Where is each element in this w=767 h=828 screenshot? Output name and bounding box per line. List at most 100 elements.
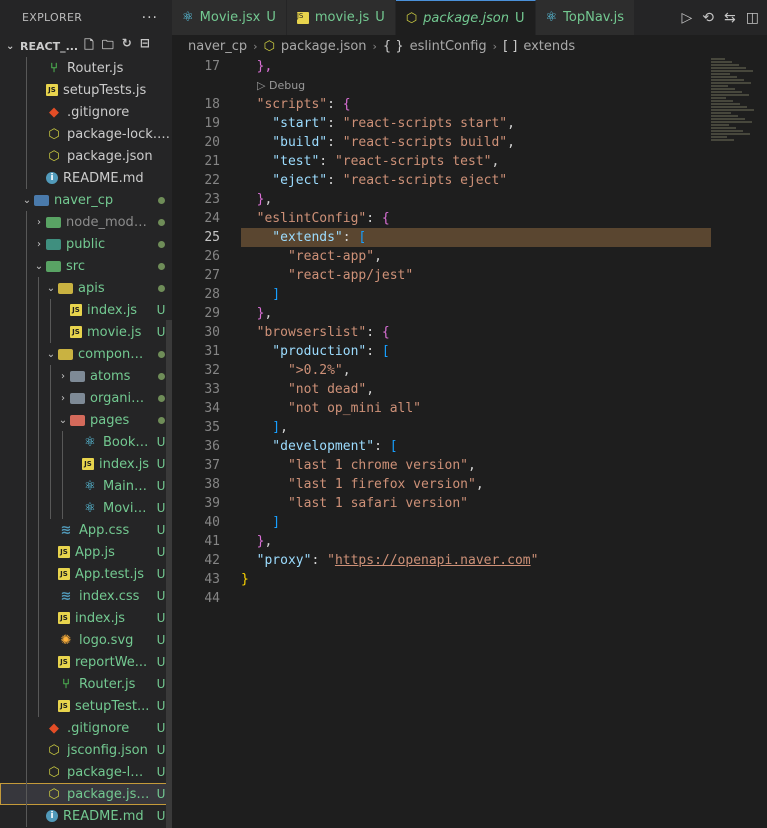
code-line[interactable]: "proxy": "https://openapi.naver.com" [241,551,711,570]
code-line[interactable]: "start": "react-scripts start", [241,114,711,133]
tree-item[interactable]: ⚛Movie.j...U [0,497,172,519]
code-token: "eject" [241,173,328,188]
code-line[interactable]: ], [241,418,711,437]
tree-item[interactable]: › organis... [0,387,172,409]
tree-item[interactable]: ⬡ package.json [0,145,172,167]
tree-item[interactable]: ⬡ package.json U [0,783,172,805]
js-icon: JS [58,612,70,624]
tree-item[interactable]: ≋ index.css U [0,585,172,607]
new-folder-icon[interactable]: 🗀 [102,36,114,57]
run-icon[interactable]: ▷ [682,10,693,26]
breadcrumb-array[interactable]: extends [523,39,575,54]
code-line[interactable]: "react-app", [241,247,711,266]
tree-item[interactable]: ⌄ pages [0,409,172,431]
code-editor[interactable]: 17 18 19 20 21 22 23 24 25 26 27 28 29 30 31 32 33 34 35 36… [172,57,767,828]
code-line[interactable]: "not dead", [241,380,711,399]
chevron-down-icon[interactable]: ⌄ [44,283,58,294]
tree-item[interactable]: ⚛Main.jsxU [0,475,172,497]
code-line[interactable]: "eject": "react-scripts eject" [241,171,711,190]
chevron-down-icon[interactable]: ⌄ [32,261,46,272]
tree-item[interactable]: JS setupTest... U [0,695,172,717]
tree-item[interactable]: JS index.js U [0,453,172,475]
code-line[interactable]: "react-app/jest" [241,266,711,285]
tab-topnav-js[interactable]: ⚛ TopNav.js [535,0,636,35]
code-line[interactable]: }, [241,304,711,323]
tree-item[interactable]: JS index.js U [0,607,172,629]
chevron-right-icon[interactable]: › [56,393,70,404]
tree-item[interactable]: ⬡ package-lock.json [0,123,172,145]
code-line[interactable]: }, [241,532,711,551]
tree-item[interactable]: JS index.js U [0,299,172,321]
breadcrumb-folder[interactable]: naver_cp [188,39,247,54]
code-line[interactable]: }, [241,190,711,209]
code-line[interactable]: "not op_mini all" [241,399,711,418]
code-line[interactable]: "test": "react-scripts test", [241,152,711,171]
more-actions-icon[interactable]: ··· [142,10,158,26]
indent-guide [26,497,27,519]
tab-package-json[interactable]: ⬡ package.json U [395,0,536,35]
breadcrumb-object[interactable]: eslintConfig [410,39,487,54]
tree-item[interactable]: JS setupTests.js [0,79,172,101]
code-line[interactable]: "scripts": { [241,95,711,114]
code-line[interactable]: } [241,570,711,589]
chevron-down-icon[interactable]: ⌄ [56,415,70,426]
code-line[interactable]: ] [241,513,711,532]
tree-item[interactable]: i README.md U [0,805,172,827]
code-line[interactable]: "extends": [ [241,228,711,247]
compare-icon[interactable]: ⇆ [724,10,736,26]
chevron-down-icon[interactable]: ⌄ [20,195,34,206]
code-content[interactable]: }, ▷ Debug "scripts": { "start": "react-s… [241,57,711,608]
breadcrumb-file[interactable]: package.json [281,39,367,54]
collapse-all-icon[interactable]: ⊟ [140,36,150,57]
chevron-right-icon[interactable]: › [56,371,70,382]
workspace-root[interactable]: ⌄ REACT_... 🗋 🗀 ↻ ⊟ [0,35,172,57]
code-line[interactable]: "browserslist": { [241,323,711,342]
code-line[interactable]: ] [241,285,711,304]
tree-item[interactable]: ⌄ compone... [0,343,172,365]
tree-item[interactable]: ✺ logo.svg U [0,629,172,651]
chevron-down-icon[interactable]: ⌄ [44,349,58,360]
tree-item[interactable]: › public [0,233,172,255]
split-editor-icon[interactable]: ◫ [746,10,759,26]
tree-item[interactable]: › atoms [0,365,172,387]
code-line[interactable] [241,589,711,608]
code-line[interactable]: "development": [ [241,437,711,456]
code-line[interactable]: ">0.2%", [241,361,711,380]
timeline-icon[interactable]: ⟲ [702,10,714,26]
tab-movie-jsx[interactable]: ⚛ Movie.jsx U [172,0,287,35]
tree-item[interactable]: JS App.js U [0,541,172,563]
tree-item[interactable]: ⌄ src [0,255,172,277]
code-line[interactable]: "production": [ [241,342,711,361]
tree-item[interactable]: i README.md [0,167,172,189]
tree-item[interactable]: ⬡ jsconfig.json U [0,739,172,761]
code-line[interactable]: "eslintConfig": { [241,209,711,228]
code-line[interactable]: "last 1 chrome version", [241,456,711,475]
chevron-right-icon[interactable]: › [32,239,46,250]
tree-item[interactable]: JS App.test.js U [0,563,172,585]
code-token: { [381,325,390,340]
tree-item[interactable]: ⌄ naver_cp [0,189,172,211]
code-line[interactable]: "last 1 safari version" [241,494,711,513]
refresh-icon[interactable]: ↻ [122,36,132,57]
chevron-right-icon[interactable]: › [32,217,46,228]
code-token: "proxy" [241,553,312,568]
tree-item[interactable]: ⚛Book.jsxU [0,431,172,453]
tree-item[interactable]: ⌄ apis [0,277,172,299]
tree-item[interactable]: JS movie.js U [0,321,172,343]
tree-item[interactable]: JS reportWe... U [0,651,172,673]
tree-item[interactable]: › node_modules [0,211,172,233]
tree-item[interactable]: ≋ App.css U [0,519,172,541]
code-line[interactable]: }, [241,57,711,76]
tree-item[interactable]: ⑂ Router.js U [0,673,172,695]
tree-item[interactable]: ⑂ Router.js [0,57,172,79]
code-line[interactable]: "last 1 firefox version", [241,475,711,494]
tree-item[interactable]: ◆ .gitignore [0,101,172,123]
code-line[interactable]: "build": "react-scripts build", [241,133,711,152]
minimap[interactable] [711,57,767,147]
tree-item[interactable]: ◆ .gitignore U [0,717,172,739]
tab-movie-js[interactable]: JS movie.js U [286,0,396,35]
debug-codelens-label[interactable]: Debug [269,79,305,92]
debug-codelens[interactable]: ▷ Debug [241,76,711,95]
tree-item[interactable]: ⬡ package-lo... U [0,761,172,783]
new-file-icon[interactable]: 🗋 [84,36,94,57]
